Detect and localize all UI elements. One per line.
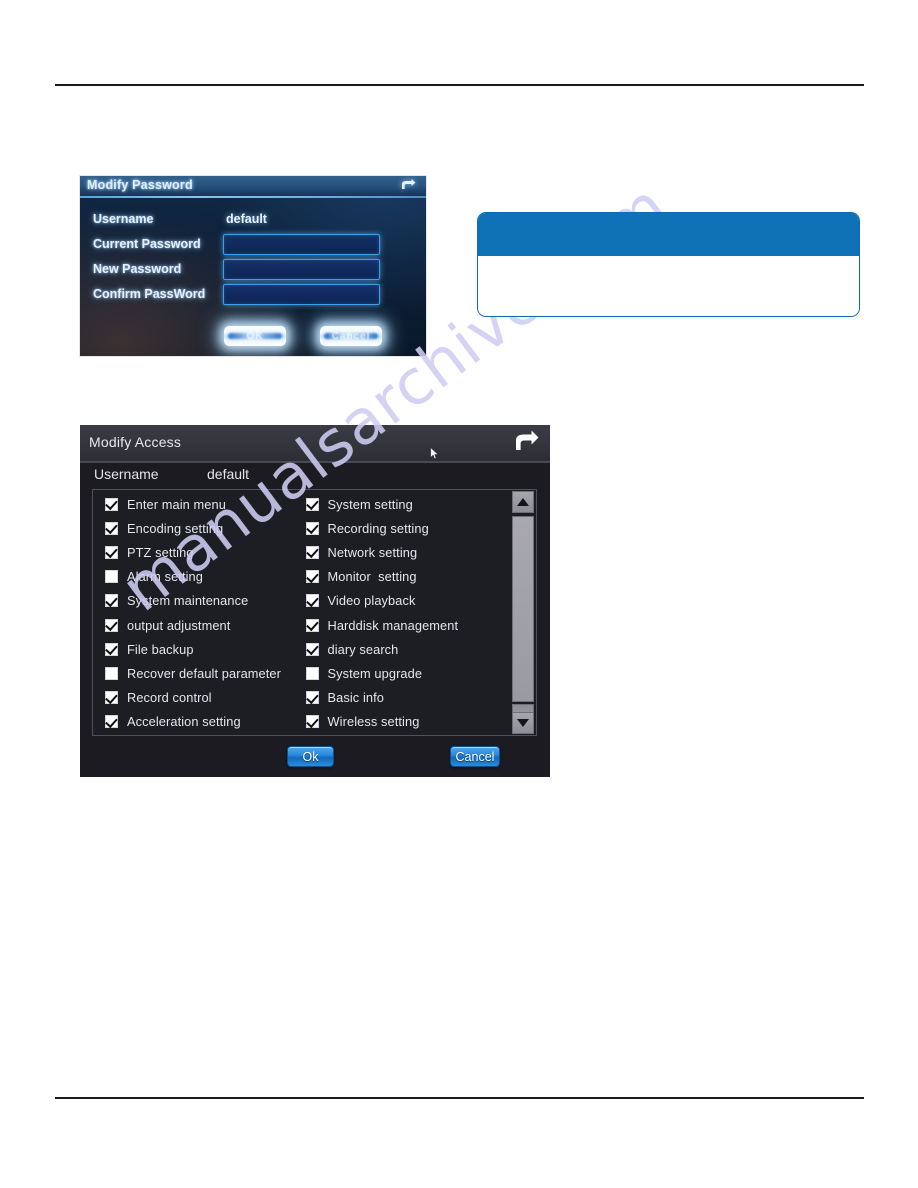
permission-item-label: Monitor setting [327,569,417,585]
checkbox-checked-icon[interactable] [305,594,319,608]
callout-header [478,213,859,256]
scroll-down-arrow-icon[interactable] [512,712,534,734]
permission-item[interactable]: Basic info [305,686,499,710]
checkbox-checked-icon[interactable] [105,642,118,656]
checkbox-unchecked-icon[interactable] [305,666,319,680]
page-header-rule [55,84,864,86]
password-username-value: default [226,212,267,226]
confirm-password-input[interactable] [223,284,380,305]
confirm-password-label: Confirm PassWord [93,287,206,301]
permission-list-panel: Enter main menu Encoding setting PTZ setti… [92,489,537,736]
permission-item-label: Acceleration setting [127,714,241,730]
permission-item-label: Recover default parameter [127,665,282,681]
permission-item-label: File backup [127,641,194,657]
permission-item-label: Recording setting [327,520,429,536]
password-cancel-label: Cancel [331,330,371,342]
current-password-input[interactable] [223,234,380,255]
permission-item-label: diary search [327,641,399,657]
modify-access-footer: Ok Cancel [80,736,550,777]
scroll-up-arrow-icon[interactable] [512,491,534,513]
permission-item-label: output adjustment [127,617,231,633]
permission-item-label: System setting [327,496,413,512]
checkbox-checked-icon[interactable] [305,691,319,705]
checkbox-checked-icon[interactable] [105,715,118,729]
back-arrow-icon[interactable] [507,428,541,458]
permission-item-label: Harddisk management [327,617,459,633]
permission-item-label: Network setting [327,544,418,560]
checkbox-checked-icon[interactable] [105,691,118,705]
permission-item[interactable]: Video playback [305,589,499,613]
current-password-label: Current Password [93,237,201,251]
permission-column-left: Enter main menu Encoding setting PTZ setti… [93,490,296,735]
permission-list-scrollbar[interactable] [511,491,535,734]
checkbox-checked-icon[interactable] [305,642,319,656]
permission-column-right: System setting Recording setting Network s… [296,490,499,735]
access-username-label: Username [94,466,159,482]
permission-item[interactable]: Monitor setting [305,565,499,589]
new-password-label: New Password [93,262,182,276]
new-password-input[interactable] [223,259,380,280]
permission-item-label: PTZ setting [127,544,194,560]
page-footer-rule [55,1097,864,1099]
back-arrow-icon[interactable] [396,176,418,196]
permission-item-label: Basic info [327,690,384,706]
permission-item[interactable]: PTZ setting [105,540,296,564]
permission-item[interactable]: Harddisk management [305,613,499,637]
modify-access-title: Modify Access [89,434,182,450]
permission-item[interactable]: output adjustment [105,613,296,637]
permission-item[interactable]: System setting [305,492,499,516]
modify-access-dialog: Modify Access Username default Enter mai… [80,425,550,777]
modify-password-title: Modify Password [87,178,193,192]
checkbox-checked-icon[interactable] [105,545,118,559]
checkbox-checked-icon[interactable] [305,521,319,535]
permission-item[interactable]: File backup [105,637,296,661]
checkbox-unchecked-icon[interactable] [105,570,118,584]
checkbox-checked-icon[interactable] [105,521,118,535]
access-username-value: default [207,466,250,482]
permission-item[interactable]: System upgrade [305,661,499,685]
permission-item-label: Enter main menu [127,496,226,512]
permission-item[interactable]: Alarm setting [105,565,296,589]
checkbox-checked-icon[interactable] [305,545,319,559]
checkbox-checked-icon[interactable] [305,570,319,584]
permission-item-label: Video playback [327,593,416,609]
scrollbar-thumb[interactable] [512,516,534,702]
permission-item-label: System upgrade [327,665,423,681]
checkbox-checked-icon[interactable] [305,618,319,632]
permission-item[interactable]: Wireless setting [305,710,499,734]
permission-item[interactable]: Enter main menu [105,492,296,516]
permission-item-label: Wireless setting [327,714,420,730]
cancel-button[interactable]: Cancel [450,746,500,767]
permission-item[interactable]: Recover default parameter [105,661,296,685]
permission-item[interactable]: System maintenance [105,589,296,613]
checkbox-checked-icon[interactable] [105,497,118,511]
permission-item-label: Encoding setting [127,520,224,536]
callout-box [477,212,860,317]
permission-item[interactable]: diary search [305,637,499,661]
permission-columns: Enter main menu Encoding setting PTZ setti… [93,490,498,735]
mouse-cursor-icon [430,447,439,460]
checkbox-checked-icon[interactable] [305,715,319,729]
access-username-row: Username default [80,461,550,489]
password-username-label: Username [93,212,154,226]
checkbox-checked-icon[interactable] [305,497,319,511]
permission-item[interactable]: Encoding setting [105,516,296,540]
checkbox-checked-icon[interactable] [105,594,118,608]
checkbox-checked-icon[interactable] [105,618,118,632]
permission-item[interactable]: Acceleration setting [105,710,296,734]
permission-item[interactable]: Record control [105,686,296,710]
modify-password-dialog: Modify Password Username default Current… [80,176,426,356]
callout-body [478,256,859,316]
password-ok-button[interactable]: OK [224,326,286,346]
permission-item[interactable]: Network setting [305,540,499,564]
permission-item-label: Alarm setting [127,569,203,585]
permission-item[interactable]: Recording setting [305,516,499,540]
permission-item-label: Record control [127,690,212,706]
document-page: Modify Password Username default Current… [0,0,918,1188]
checkbox-unchecked-icon[interactable] [105,666,118,680]
permission-item-label: System maintenance [127,593,249,609]
ok-button[interactable]: Ok [287,746,334,767]
password-cancel-button[interactable]: Cancel [320,326,382,346]
password-ok-label: OK [246,330,264,342]
